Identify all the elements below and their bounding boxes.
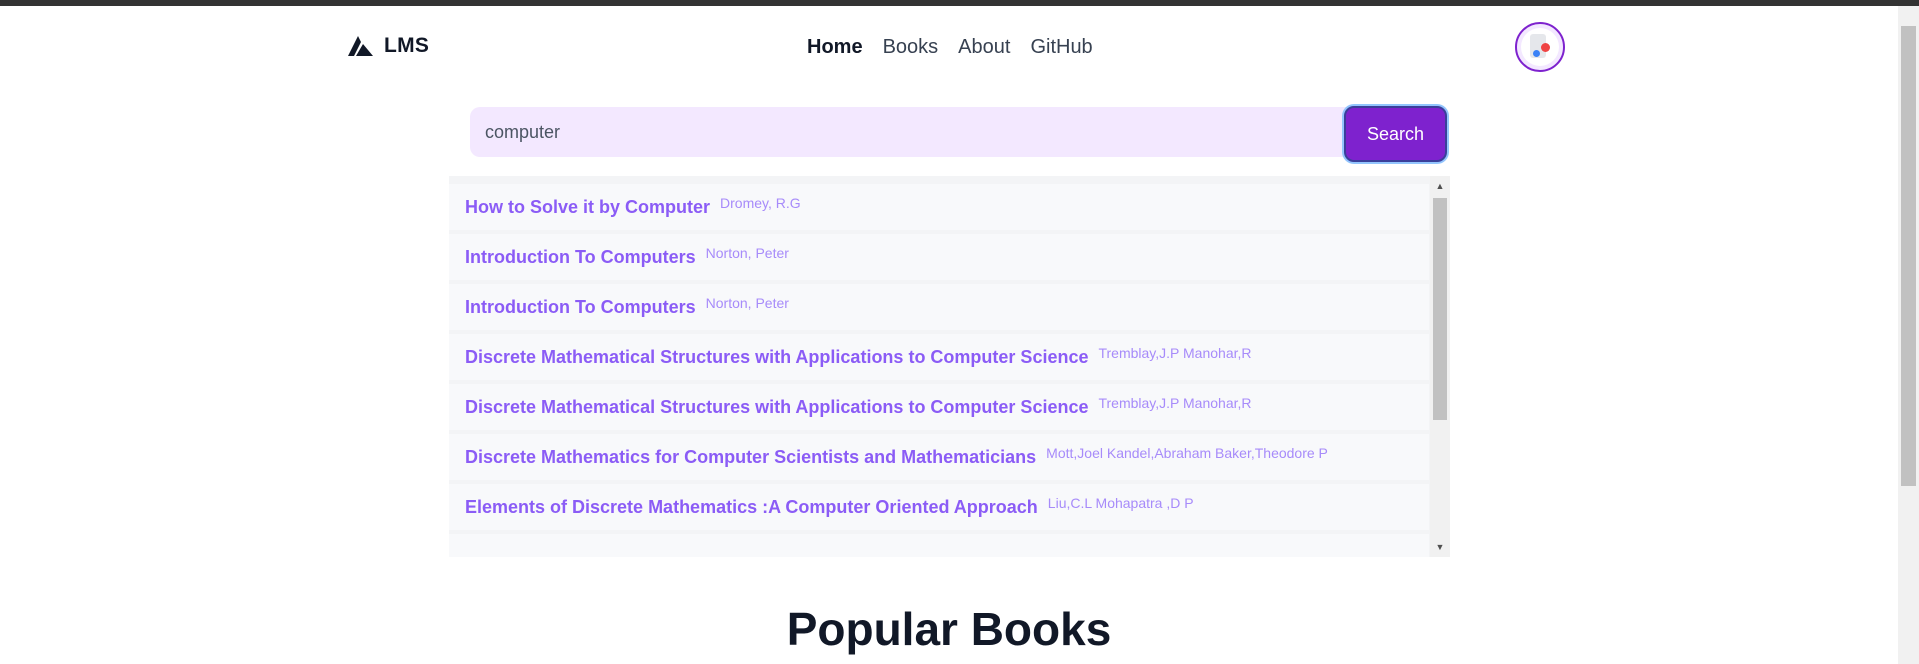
result-title: How to Solve it by Computer xyxy=(465,196,711,217)
nav-books[interactable]: Books xyxy=(883,36,939,59)
result-title: Introduction To Computers xyxy=(465,246,696,267)
brand-logo[interactable]: LMS xyxy=(348,34,429,58)
result-item-partial[interactable] xyxy=(449,534,1429,557)
result-item[interactable]: Discrete Mathematical Structures with Ap… xyxy=(449,334,1429,380)
result-author: Tremblay,J.P Manohar,R xyxy=(1098,345,1252,361)
result-author: Norton, Peter xyxy=(705,295,789,311)
page-scroll-thumb[interactable] xyxy=(1901,26,1916,486)
result-item[interactable]: Elements of Discrete Mathematics :A Comp… xyxy=(449,484,1429,530)
avatar-icon xyxy=(1521,28,1559,66)
page: LMS Home Books About GitHub Search How t… xyxy=(0,6,1898,664)
nav-about[interactable]: About xyxy=(958,36,1010,59)
search-button[interactable]: Search xyxy=(1344,106,1447,162)
results-scroll-thumb[interactable] xyxy=(1433,198,1447,420)
result-author: Mott,Joel Kandel,Abraham Baker,Theodore … xyxy=(1046,445,1328,461)
result-title: Discrete Mathematical Structures with Ap… xyxy=(465,396,1089,417)
result-title: Discrete Mathematical Structures with Ap… xyxy=(465,346,1089,367)
result-author: Liu,C.L Mohapatra ,D P xyxy=(1047,495,1194,511)
results-list: How to Solve it by Computer Dromey, R.G … xyxy=(449,176,1429,557)
result-item[interactable]: How to Solve it by Computer Dromey, R.G xyxy=(449,184,1429,230)
result-item[interactable]: Introduction To Computers Norton, Peter xyxy=(449,284,1429,330)
user-avatar[interactable] xyxy=(1515,22,1565,72)
page-scrollbar[interactable] xyxy=(1898,6,1919,664)
result-title: Elements of Discrete Mathematics :A Comp… xyxy=(465,496,1038,517)
nav-github[interactable]: GitHub xyxy=(1030,36,1092,59)
result-title: Discrete Mathematics for Computer Scient… xyxy=(465,446,1037,467)
scroll-up-arrow-icon[interactable]: ▲ xyxy=(1430,178,1450,194)
scroll-down-arrow-icon[interactable]: ▼ xyxy=(1430,539,1450,555)
nav-home[interactable]: Home xyxy=(807,36,863,59)
result-item[interactable]: Discrete Mathematics for Computer Scient… xyxy=(449,434,1429,480)
result-title: Introduction To Computers xyxy=(465,296,696,317)
search-results-dropdown: How to Solve it by Computer Dromey, R.G … xyxy=(449,176,1450,557)
result-item[interactable]: Introduction To Computers Norton, Peter xyxy=(449,234,1429,280)
triangle-logo-icon xyxy=(348,36,373,56)
main-nav: Home Books About GitHub xyxy=(807,36,1093,59)
results-scrollbar[interactable]: ▲ ▼ xyxy=(1430,176,1450,557)
result-author: Norton, Peter xyxy=(705,245,789,261)
search-input[interactable] xyxy=(470,107,1348,157)
popular-books-heading: Popular Books xyxy=(786,603,1112,655)
result-item[interactable]: Discrete Mathematical Structures with Ap… xyxy=(449,384,1429,430)
brand-name: LMS xyxy=(384,34,430,57)
result-author: Tremblay,J.P Manohar,R xyxy=(1098,395,1252,411)
result-author: Dromey, R.G xyxy=(720,195,801,211)
